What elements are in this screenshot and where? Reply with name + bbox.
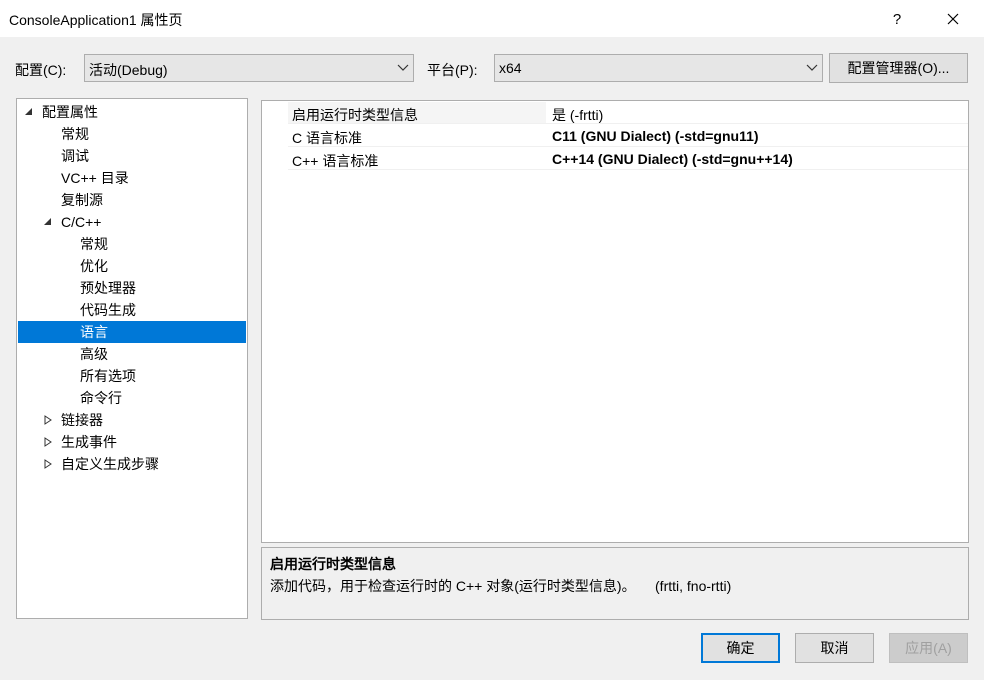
property-row[interactable]: 启用运行时类型信息 是 (-frtti) bbox=[262, 102, 968, 124]
row-gutter bbox=[262, 148, 288, 170]
tree-item[interactable]: 链接器 bbox=[18, 409, 246, 431]
tree-item-label: 生成事件 bbox=[61, 434, 117, 450]
ok-button[interactable]: 确定 bbox=[701, 633, 780, 663]
property-row[interactable]: C++ 语言标准 C++14 (GNU Dialect) (-std=gnu++1… bbox=[262, 148, 968, 170]
tree-item[interactable]: 常规 bbox=[18, 233, 246, 255]
tree-item[interactable]: 高级 bbox=[18, 343, 246, 365]
collapsed-triangle-icon[interactable] bbox=[43, 415, 53, 425]
tree-item-label: 复制源 bbox=[61, 192, 103, 208]
property-name: 启用运行时类型信息 bbox=[292, 107, 418, 123]
collapsed-triangle-icon[interactable] bbox=[43, 459, 53, 469]
property-value[interactable]: 是 (-frtti) bbox=[552, 105, 603, 125]
platform-value: x64 bbox=[499, 60, 522, 76]
tree-item-label: 语言 bbox=[80, 324, 108, 340]
help-icon: ? bbox=[892, 10, 902, 28]
platform-combobox[interactable]: x64 bbox=[494, 54, 823, 82]
description-title: 启用运行时类型信息 bbox=[270, 556, 396, 572]
row-gutter bbox=[262, 102, 288, 124]
tree-item[interactable]: 配置属性 bbox=[18, 101, 246, 123]
cancel-button[interactable]: 取消 bbox=[795, 633, 874, 663]
close-button[interactable] bbox=[930, 0, 976, 38]
property-grid[interactable]: 启用运行时类型信息 是 (-frtti) C 语言标准 C11 (GNU Dialec… bbox=[261, 100, 969, 543]
apply-button[interactable]: 应用(A) bbox=[889, 633, 968, 663]
property-tree[interactable]: 配置属性 常规 调试 VC++ 目录 复制源 C/C++ 常规 优化 预处理器 代码生成 语言 高级所… bbox=[16, 98, 248, 619]
tree-item[interactable]: 预处理器 bbox=[18, 277, 246, 299]
collapsed-triangle-icon[interactable] bbox=[43, 437, 53, 447]
tree-item[interactable]: 调试 bbox=[18, 145, 246, 167]
tree-item[interactable]: 生成事件 bbox=[18, 431, 246, 453]
chevron-down-icon bbox=[397, 64, 409, 71]
tree-item-label: 常规 bbox=[80, 236, 108, 252]
window-title: ConsoleApplication1 属性页 bbox=[9, 12, 183, 28]
config-manager-button[interactable]: 配置管理器(O)... bbox=[829, 53, 968, 83]
tree-item[interactable]: 语言 bbox=[18, 321, 246, 343]
tree-item-label: 所有选项 bbox=[80, 368, 136, 384]
config-combobox[interactable]: 活动(Debug) bbox=[84, 54, 414, 82]
tree-item-label: 代码生成 bbox=[80, 302, 136, 318]
tree-item[interactable]: 自定义生成步骤 bbox=[18, 453, 246, 475]
tree-item-label: VC++ 目录 bbox=[61, 170, 129, 186]
expanded-triangle-icon[interactable] bbox=[24, 107, 34, 117]
tree-item[interactable]: C/C++ bbox=[18, 211, 246, 233]
tree-item-label: 预处理器 bbox=[80, 280, 136, 296]
description-text: 添加代码，用于检查运行时的 C++ 对象(运行时类型信息)。 (frtti, f… bbox=[270, 578, 732, 594]
description-panel: 启用运行时类型信息 添加代码，用于检查运行时的 C++ 对象(运行时类型信息)。… bbox=[261, 547, 969, 620]
platform-label: 平台(P): bbox=[427, 62, 478, 78]
tree-item[interactable]: 优化 bbox=[18, 255, 246, 277]
title-bar: ConsoleApplication1 属性页 ? bbox=[0, 0, 984, 38]
tree-item[interactable]: VC++ 目录 bbox=[18, 167, 246, 189]
config-label: 配置(C): bbox=[15, 62, 67, 78]
tree-item-label: 优化 bbox=[80, 258, 108, 274]
chevron-down-icon bbox=[806, 64, 818, 71]
tree-item[interactable]: 所有选项 bbox=[18, 365, 246, 387]
tree-item-label: 命令行 bbox=[80, 390, 122, 406]
tree-item-label: 调试 bbox=[61, 148, 89, 164]
tree-item-label: 常规 bbox=[61, 126, 89, 142]
expanded-triangle-icon[interactable] bbox=[43, 217, 53, 227]
tree-item-label: 链接器 bbox=[61, 412, 103, 428]
property-name: C++ 语言标准 bbox=[292, 153, 379, 169]
property-value[interactable]: C11 (GNU Dialect) (-std=gnu11) bbox=[552, 128, 759, 144]
help-button[interactable]: ? bbox=[874, 0, 920, 38]
row-gutter bbox=[262, 125, 288, 147]
tree-item-label: C/C++ bbox=[61, 214, 102, 230]
tree-item-label: 自定义生成步骤 bbox=[61, 456, 159, 472]
tree-item[interactable]: 代码生成 bbox=[18, 299, 246, 321]
property-value[interactable]: C++14 (GNU Dialect) (-std=gnu++14) bbox=[552, 151, 793, 167]
tree-item[interactable]: 常规 bbox=[18, 123, 246, 145]
tree-item[interactable]: 复制源 bbox=[18, 189, 246, 211]
tree-item-label: 高级 bbox=[80, 346, 108, 362]
property-name: C 语言标准 bbox=[292, 130, 362, 146]
close-icon bbox=[947, 13, 959, 25]
property-row[interactable]: C 语言标准 C11 (GNU Dialect) (-std=gnu11) bbox=[262, 125, 968, 147]
tree-item[interactable]: 命令行 bbox=[18, 387, 246, 409]
config-value: 活动(Debug) bbox=[89, 62, 168, 78]
tree-item-label: 配置属性 bbox=[42, 104, 98, 120]
